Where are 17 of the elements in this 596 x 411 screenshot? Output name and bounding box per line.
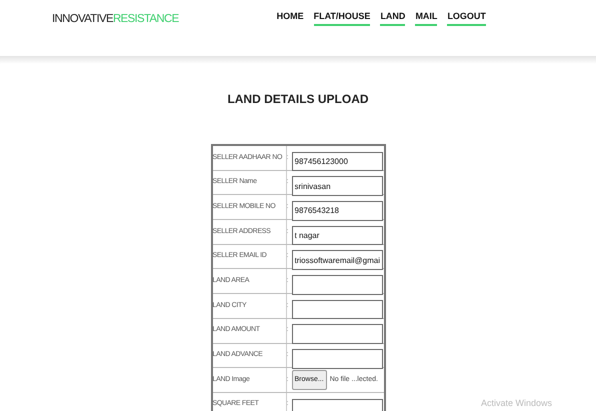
- activation-notice: Activate Windows: [481, 397, 552, 410]
- nav-link[interactable]: LOGOUT: [447, 9, 486, 26]
- input-field[interactable]: triossoftwaremail@gmai: [292, 250, 382, 270]
- input-field[interactable]: [292, 300, 382, 320]
- input-field[interactable]: [292, 349, 382, 369]
- input-field[interactable]: [292, 324, 382, 344]
- page-title: LAND DETAILS UPLOAD: [226, 91, 370, 108]
- nav-link[interactable]: FLAT/HOUSE: [314, 9, 370, 26]
- nav-link[interactable]: LAND: [380, 9, 406, 26]
- nav-link[interactable]: HOME: [276, 9, 304, 26]
- input-field[interactable]: [292, 275, 382, 295]
- input-field[interactable]: 987456123000: [292, 152, 382, 172]
- site-logo[interactable]: INNOVATIVERESISTANCE: [52, 11, 179, 26]
- input-field[interactable]: t nagar: [292, 226, 382, 246]
- nav-link[interactable]: MAIL: [415, 9, 438, 26]
- input-field[interactable]: srinivasan: [292, 176, 382, 196]
- input-field[interactable]: 9876543218: [292, 201, 382, 221]
